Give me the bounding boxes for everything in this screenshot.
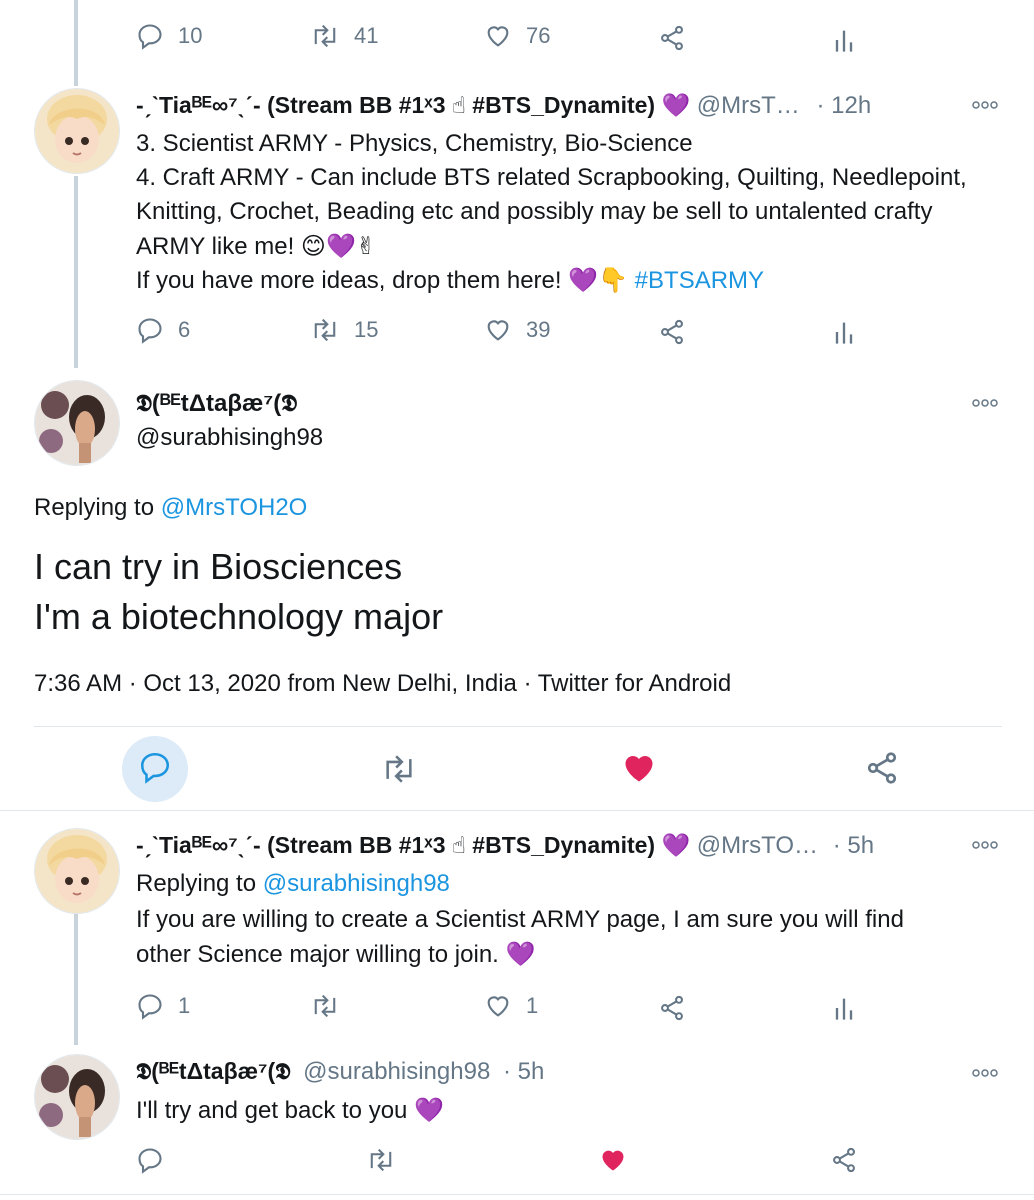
analytics-icon [832,318,856,346]
tweet-text: I can try in Biosciences [34,546,403,587]
heart-filled-icon [598,1146,628,1174]
reply-button[interactable] [122,736,188,802]
tweet-text-line: other Science major willing to join. 💜 [136,941,536,968]
share-button[interactable] [830,1146,858,1174]
mention-link[interactable]: @MrsTOH2O [161,494,308,521]
tweet-text-line: 4. Craft ARMY - Can include BTS related … [136,164,967,191]
tweet-text-line: 3. Scientist ARMY - Physics, Chemistry, … [136,130,693,157]
more-options-icon[interactable] [972,1068,998,1078]
divider [0,810,1034,811]
avatar[interactable] [34,88,120,174]
reply-icon [136,992,164,1020]
avatar[interactable] [34,380,120,466]
retweet-button[interactable] [366,1146,396,1174]
like-button[interactable]: 76 [484,22,550,50]
retweet-icon [366,1146,396,1174]
replying-to: Replying to @MrsTOH2O [34,494,308,521]
timestamp[interactable]: · 12h [816,92,871,119]
like-button[interactable] [620,750,658,786]
retweet-button[interactable]: 15 [310,316,378,344]
replying-to: Replying to @surabhisingh98 [136,870,450,897]
handle[interactable]: @surabhisingh98 [136,424,323,452]
display-name[interactable]: 𝕯(ᴮᴱtΔtaβæ⁷(𝕯 @surabhisingh98 · 5h [136,1058,544,1086]
avatar[interactable] [34,828,120,914]
heart-outline-icon [484,316,512,344]
like-count: 39 [526,317,551,342]
retweet-icon [310,992,340,1020]
share-icon [658,994,686,1022]
tweet-text-line: Knitting, Crochet, Beading etc and possi… [136,198,933,225]
more-options-icon[interactable] [972,100,998,110]
retweet-button[interactable] [380,752,418,786]
analytics-icon [832,994,856,1022]
heart-outline-icon [484,22,512,50]
thread-line-top [74,0,78,86]
share-icon [658,318,686,346]
tweet-text-line: ARMY like me! 😊💜✌ [136,233,376,260]
retweet-count: 41 [354,23,379,48]
tweet-metadata: 7:36 AM · Oct 13, 2020 from New Delhi, I… [34,670,732,697]
share-button[interactable] [658,994,686,1022]
divider [34,726,1002,727]
more-options-icon[interactable] [972,398,998,408]
share-button[interactable] [658,318,686,346]
share-button[interactable] [658,24,686,52]
retweet-icon [380,752,418,786]
heart-outline-icon [484,992,512,1020]
reply-count: 10 [178,23,203,48]
share-icon [864,750,900,786]
like-button[interactable]: 1 [484,992,538,1020]
reply-button[interactable]: 10 [136,22,202,50]
display-name[interactable]: -ˏˋTiaᴮᴱ∞⁷ˎˊ- (Stream BB #1ˣ3 ☝ #BTS_Dyn… [136,92,871,120]
handle[interactable]: @MrsT… [697,92,800,119]
tweet-text-line: If you have more ideas, drop them here! … [136,267,765,294]
heart-filled-icon [620,750,658,786]
timestamp[interactable]: · 5h [503,1058,544,1085]
retweet-button[interactable] [310,992,354,1020]
share-icon [658,24,686,52]
reply-button[interactable]: 1 [136,992,190,1020]
divider [0,1194,1034,1195]
reply-icon [138,750,172,789]
like-button[interactable]: 39 [484,316,550,344]
handle[interactable]: @surabhisingh98 [303,1058,490,1085]
tweet-text-line: If you are willing to create a Scientist… [136,906,904,933]
tweet-text: I'm a biotechnology major [34,596,444,637]
more-options-icon[interactable] [972,840,998,850]
thread-line-2 [74,910,78,1045]
reply-button[interactable]: 6 [136,316,190,344]
display-name[interactable]: -ˏˋTiaᴮᴱ∞⁷ˎˊ- (Stream BB #1ˣ3 ☝ #BTS_Dyn… [136,832,874,860]
retweet-icon [310,22,340,50]
like-button[interactable] [598,1146,628,1174]
analytics-button[interactable] [832,26,856,54]
reply-icon [136,22,164,50]
thread-line-1 [74,176,78,368]
avatar[interactable] [34,1054,120,1140]
share-button[interactable] [864,750,900,786]
tweet-text: I'll try and get back to you 💜 [136,1097,444,1124]
hashtag-link[interactable]: #BTSARMY [635,267,764,294]
reply-count: 1 [178,993,191,1018]
like-count: 76 [526,23,551,48]
display-name[interactable]: 𝕯(ᴮᴱtΔtaβæ⁷(𝕯 [136,390,297,418]
reply-count: 6 [178,317,191,342]
mention-link[interactable]: @surabhisingh98 [263,870,450,897]
like-count: 1 [526,993,539,1018]
share-icon [830,1146,858,1174]
reply-icon [136,316,164,344]
handle[interactable]: @MrsTO… [697,832,818,859]
analytics-button[interactable] [832,318,856,346]
retweet-count: 15 [354,317,379,342]
analytics-icon [832,26,856,54]
retweet-icon [310,316,340,344]
analytics-button[interactable] [832,994,856,1022]
timestamp[interactable]: · 5h [833,832,874,859]
retweet-button[interactable]: 41 [310,22,378,50]
reply-icon [136,1146,164,1174]
reply-button[interactable] [136,1146,164,1174]
